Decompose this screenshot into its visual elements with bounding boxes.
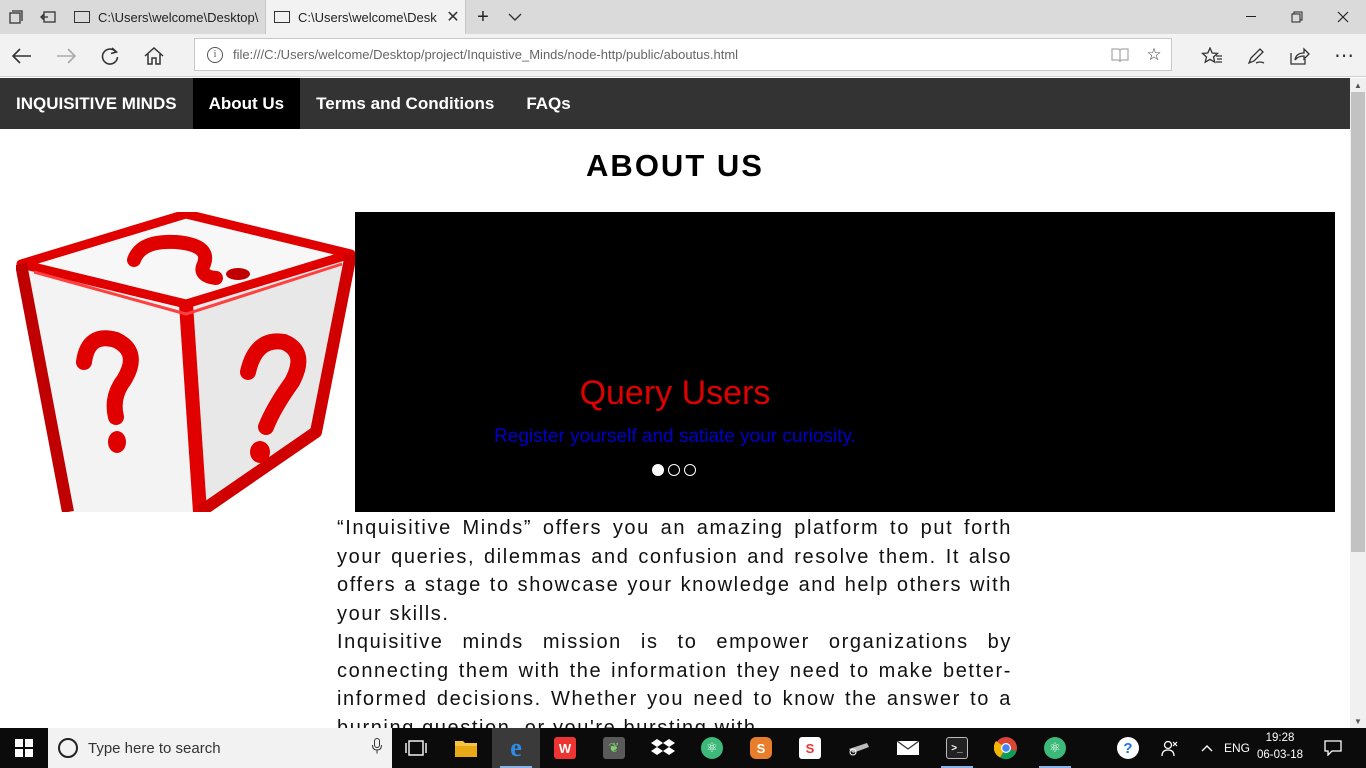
tab-preview-chevron-icon[interactable] (499, 0, 531, 34)
about-paragraph-1: “Inquisitive Minds” offers you an amazin… (337, 517, 1012, 625)
task-view-icon[interactable] (392, 728, 440, 768)
page-icon (74, 11, 90, 23)
question-cube-image (15, 209, 357, 517)
tab-title: C:\Users\welcome\Desktop\ (98, 9, 259, 25)
start-button[interactable] (0, 728, 48, 768)
restore-button[interactable] (1274, 0, 1320, 34)
browser-tab-2[interactable]: C:\Users\welcome\Desk ✕ (266, 0, 466, 34)
page-viewport: INQUISITIVE MINDS About Us Terms and Con… (0, 78, 1350, 728)
cortana-icon (58, 738, 78, 758)
windows-logo-icon (15, 739, 33, 757)
dropbox-icon[interactable] (639, 728, 687, 768)
more-menu-icon[interactable]: ⋯ (1322, 34, 1366, 77)
carousel-indicators (652, 464, 696, 476)
carousel-caption-title: Query Users (579, 374, 771, 412)
file-explorer-icon[interactable] (442, 728, 490, 768)
refresh-button[interactable] (88, 34, 132, 77)
carousel[interactable]: Query Users Register yourself and satiat… (355, 212, 1335, 512)
windows-taskbar: Type here to search e W ❦ ⚛ S S >_ ⚛ ? E… (0, 728, 1366, 768)
carousel-dot-1[interactable] (652, 464, 664, 476)
nav-brand-link[interactable]: INQUISITIVE MINDS (0, 78, 193, 129)
scroll-down-arrow-icon[interactable]: ▼ (1350, 714, 1366, 728)
action-center-icon[interactable] (1316, 728, 1350, 768)
tab-title: C:\Users\welcome\Desk (298, 9, 437, 25)
back-button[interactable] (0, 34, 44, 77)
site-info-icon[interactable]: i (207, 46, 223, 63)
evernote-icon[interactable]: ❦ (590, 728, 638, 768)
address-bar[interactable]: i file:///C:/Users/welcome/Desktop/proje… (194, 38, 1172, 71)
scroll-up-arrow-icon[interactable]: ▲ (1350, 78, 1366, 92)
set-tabs-aside-icon[interactable] (32, 0, 64, 34)
carousel-caption-subtitle: Register yourself and satiate your curio… (494, 426, 856, 447)
microphone-icon[interactable] (362, 737, 392, 759)
nav-item-faqs[interactable]: FAQs (510, 78, 586, 129)
forward-button[interactable] (44, 34, 88, 77)
input-language-indicator[interactable]: ENG (1220, 728, 1254, 768)
web-note-pen-icon[interactable] (1234, 34, 1278, 77)
sublime-text-icon[interactable]: S (737, 728, 785, 768)
address-toolbar: i file:///C:/Users/welcome/Desktop/proje… (0, 34, 1366, 77)
new-tab-button[interactable]: + (467, 0, 499, 34)
clock-time: 19:28 (1265, 732, 1295, 744)
tab-manager-icon[interactable] (0, 0, 32, 34)
search-placeholder: Type here to search (88, 739, 221, 757)
page-icon (274, 11, 290, 23)
command-prompt-icon[interactable]: >_ (933, 728, 981, 768)
reading-view-icon[interactable] (1103, 39, 1137, 70)
scrollbar-thumb[interactable] (1351, 92, 1365, 552)
site-navbar: INQUISITIVE MINDS About Us Terms and Con… (0, 78, 1350, 129)
edge-browser-icon[interactable]: e (492, 728, 540, 768)
about-description: “Inquisitive Minds” offers you an amazin… (337, 514, 1012, 728)
help-tray-icon[interactable]: ? (1108, 728, 1148, 768)
minimize-button[interactable] (1228, 0, 1274, 34)
slides-app-icon[interactable]: S (786, 728, 834, 768)
taskbar-search-box[interactable]: Type here to search (48, 728, 392, 768)
close-window-button[interactable] (1320, 0, 1366, 34)
atom-editor-icon[interactable]: ⚛ (688, 728, 736, 768)
atom-editor-running-icon[interactable]: ⚛ (1031, 728, 1079, 768)
browser-tab-strip: C:\Users\welcome\Desktop\ C:\Users\welco… (0, 0, 1366, 34)
wps-office-icon[interactable]: W (541, 728, 589, 768)
about-paragraph-2: Inquisitive minds mission is to empower … (337, 631, 1012, 728)
share-icon[interactable] (1278, 34, 1322, 77)
snipping-tool-icon[interactable] (835, 728, 883, 768)
system-clock[interactable]: 19:28 06-03-18 (1256, 730, 1304, 764)
page-scrollbar[interactable]: ▲ ▼ (1350, 78, 1366, 728)
page-title: ABOUT US (586, 148, 764, 183)
nav-item-terms[interactable]: Terms and Conditions (300, 78, 510, 129)
home-button[interactable] (132, 34, 176, 77)
url-text[interactable]: file:///C:/Users/welcome/Desktop/project… (233, 47, 1103, 62)
nav-item-about-us[interactable]: About Us (192, 78, 301, 129)
clock-date: 06-03-18 (1256, 749, 1304, 761)
show-hidden-icons-chevron-icon[interactable] (1194, 728, 1220, 768)
people-icon[interactable] (1152, 728, 1188, 768)
carousel-dot-3[interactable] (684, 464, 696, 476)
browser-tab-1[interactable]: C:\Users\welcome\Desktop\ (66, 0, 266, 34)
close-tab-icon[interactable]: ✕ (441, 7, 465, 27)
carousel-dot-2[interactable] (668, 464, 680, 476)
chrome-browser-icon[interactable] (982, 728, 1030, 768)
favorites-hub-icon[interactable] (1190, 34, 1234, 77)
favorite-star-icon[interactable]: ☆ (1137, 39, 1171, 70)
mail-icon[interactable] (884, 728, 932, 768)
